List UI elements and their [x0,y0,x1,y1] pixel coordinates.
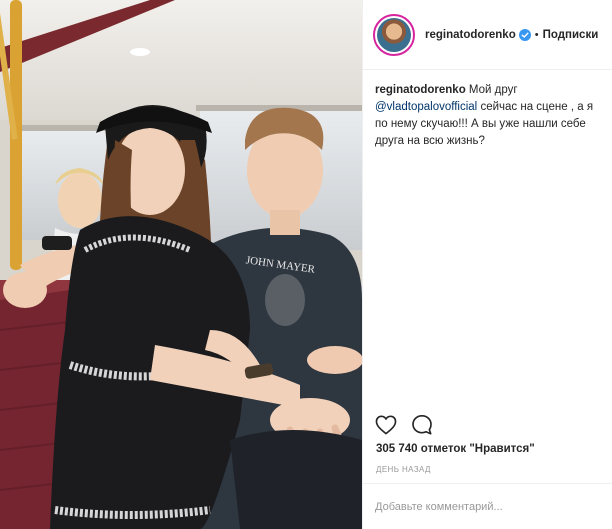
post-username[interactable]: reginatodorenko [425,29,516,41]
avatar[interactable] [373,13,415,56]
caption-mention-link[interactable]: @vladtopalovofficial [375,101,477,113]
post-timestamp[interactable]: день назад [376,465,431,474]
post-actions [375,410,433,440]
separator-dot: • [534,28,539,41]
follow-button[interactable]: Подписки [543,29,599,41]
verified-badge-icon [518,28,531,41]
comment-input[interactable] [375,500,600,513]
post-caption: reginatodorenko Мой друг @vladtopalovoff… [375,82,605,150]
post-panel: reginatodorenko • Подписки reginatodoren… [362,0,612,529]
caption-text-part1: Мой друг [465,84,518,96]
likes-count[interactable]: 305 740 отметок "Нравится" [376,443,535,455]
caption-username[interactable]: reginatodorenko [375,84,466,96]
post-header: reginatodorenko • Подписки [363,0,612,70]
comment-icon[interactable] [411,414,433,436]
comment-box [363,484,612,529]
heart-icon[interactable] [375,415,397,435]
post-photo[interactable]: JOHN MAYER [0,0,362,529]
